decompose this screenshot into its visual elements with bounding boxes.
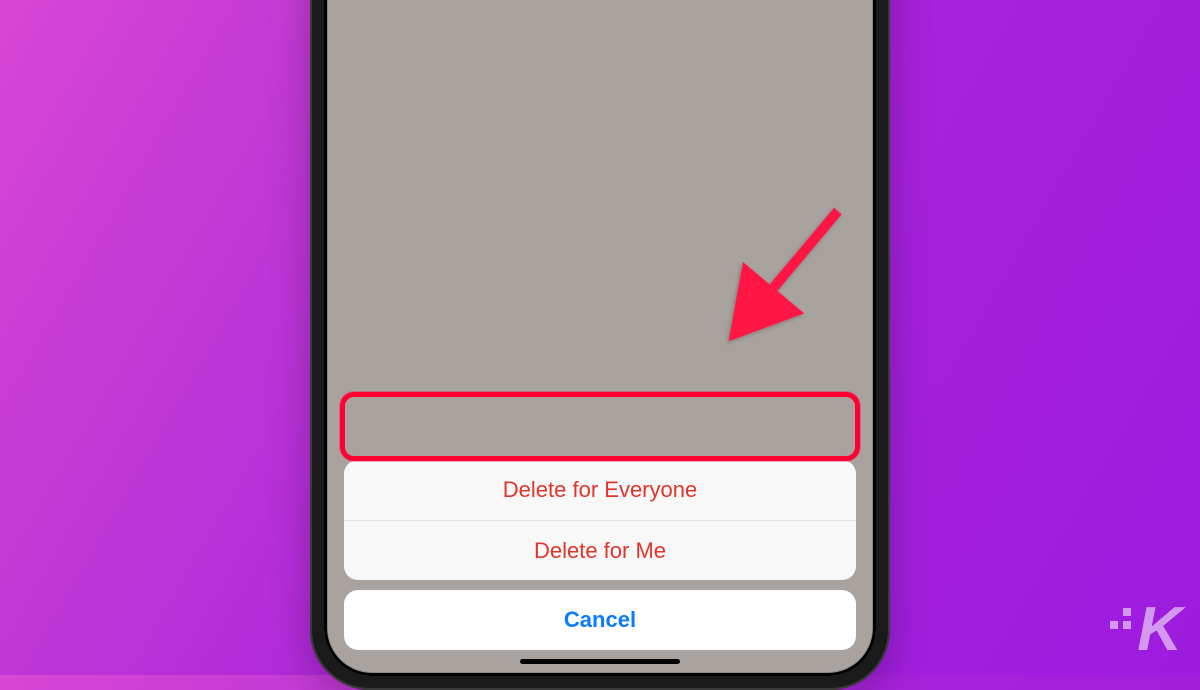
phone-device-frame: Testing 12:09 PM ✓✓ Delete for Everyone …	[310, 0, 890, 690]
cancel-button[interactable]: Cancel	[344, 590, 856, 650]
phone-bezel: Testing 12:09 PM ✓✓ Delete for Everyone …	[324, 0, 876, 676]
home-indicator[interactable]	[520, 659, 680, 664]
site-watermark: K	[1110, 594, 1180, 665]
watermark-dots-icon	[1110, 608, 1131, 629]
delete-for-me-button[interactable]: Delete for Me	[344, 520, 856, 580]
phone-screen: Testing 12:09 PM ✓✓ Delete for Everyone …	[328, 0, 872, 672]
delete-for-everyone-button[interactable]: Delete for Everyone	[344, 460, 856, 520]
watermark-letter: K	[1137, 594, 1180, 665]
delete-action-sheet: Delete for Everyone Delete for Me Cancel	[344, 460, 856, 650]
action-sheet-group: Delete for Everyone Delete for Me	[344, 460, 856, 580]
